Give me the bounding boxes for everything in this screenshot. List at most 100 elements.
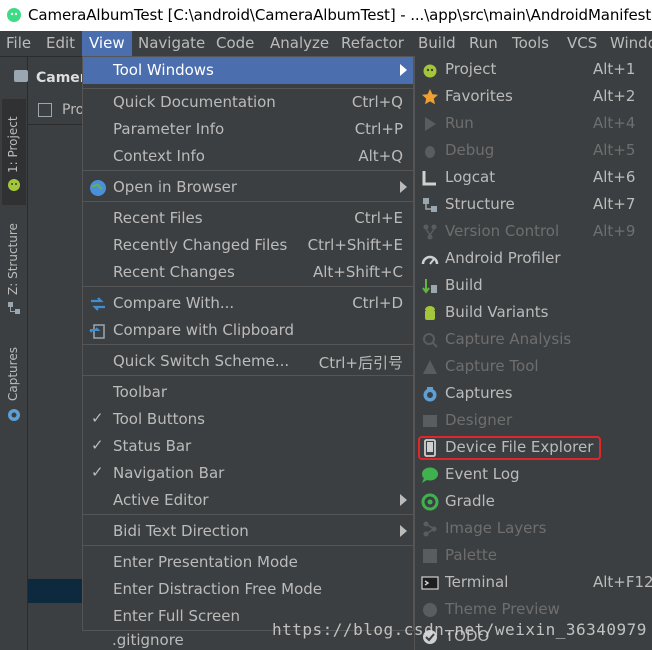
menu-item-context-info[interactable]: Context Info Alt+Q (83, 143, 413, 170)
theme-icon (421, 601, 439, 619)
tool-window-shortcut: Alt+4 (593, 114, 636, 132)
tool-window-designer[interactable]: Designer (415, 407, 652, 434)
menu-item-label: Quick Switch Scheme... (113, 352, 290, 370)
menu-item-open-in-browser[interactable]: Open in Browser (83, 174, 413, 201)
tool-window-label: Build Variants (445, 303, 549, 321)
tool-window-label: Version Control (445, 222, 560, 240)
submenu-arrow-icon (400, 181, 407, 193)
menu-separator (83, 201, 413, 202)
tool-window-structure[interactable]: Structure Alt+7 (415, 191, 652, 218)
tool-window-terminal[interactable]: Terminal Alt+F12 (415, 569, 652, 596)
menu-item-shortcut: Alt+Q (358, 147, 403, 165)
tool-window-label: Structure (445, 195, 515, 213)
tool-tab-captures[interactable]: Captures (2, 342, 26, 428)
project-view-tab[interactable]: Pro (28, 96, 88, 125)
menu-item-recently-changed-files[interactable]: Recently Changed Files Ctrl+Shift+E (83, 232, 413, 259)
tool-window-theme-preview[interactable]: Theme Preview (415, 596, 652, 623)
tool-window-gradle[interactable]: Gradle (415, 488, 652, 515)
menu-separator (83, 170, 413, 171)
tool-window-capture-tool[interactable]: Capture Tool (415, 353, 652, 380)
project-view-icon (38, 103, 52, 117)
menu-item-label: Compare With... (113, 294, 235, 312)
menu-item-tool-buttons[interactable]: ✓ Tool Buttons (83, 406, 413, 433)
menu-item-toolbar[interactable]: Toolbar (83, 379, 413, 406)
menu-item-status-bar[interactable]: ✓ Status Bar (83, 433, 413, 460)
menu-file[interactable]: File (6, 34, 31, 52)
tool-window-favorites[interactable]: Favorites Alt+2 (415, 83, 652, 110)
tool-window-version-control[interactable]: Version Control Alt+9 (415, 218, 652, 245)
structure-icon (7, 301, 21, 315)
tool-window-debug[interactable]: Debug Alt+5 (415, 137, 652, 164)
menu-edit[interactable]: Edit (46, 34, 75, 52)
menu-item-parameter-info[interactable]: Parameter Info Ctrl+P (83, 116, 413, 143)
menu-item-enter-presentation-mode[interactable]: Enter Presentation Mode (83, 549, 413, 576)
designer-icon (421, 412, 439, 430)
menu-item-navigation-bar[interactable]: ✓ Navigation Bar (83, 460, 413, 487)
menu-tools[interactable]: Tools (512, 34, 549, 52)
menu-item-label: Active Editor (113, 491, 209, 509)
menu-code[interactable]: Code (216, 34, 254, 52)
tool-window-build[interactable]: Build (415, 272, 652, 299)
watermark-text: https://blog.csdn.net/weixin_36340979 (272, 620, 647, 639)
menu-analyze[interactable]: Analyze (270, 34, 329, 52)
triangle-icon (421, 358, 439, 376)
tool-window-shortcut: Alt+7 (593, 195, 636, 213)
tool-window-logcat[interactable]: Logcat Alt+6 (415, 164, 652, 191)
tree-item-gitignore[interactable]: .gitignore (112, 631, 184, 649)
tool-window-captures[interactable]: Captures (415, 380, 652, 407)
tool-window-run[interactable]: Run Alt+4 (415, 110, 652, 137)
menu-item-enter-distraction-free-mode[interactable]: Enter Distraction Free Mode (83, 576, 413, 603)
tool-window-build-variants[interactable]: Build Variants (415, 299, 652, 326)
tool-window-label: Android Profiler (445, 249, 561, 267)
menu-item-shortcut: Ctrl+Shift+E (307, 236, 403, 254)
menu-item-label: Enter Presentation Mode (113, 553, 298, 571)
tool-window-label: Gradle (445, 492, 495, 510)
tool-window-palette[interactable]: Palette (415, 542, 652, 569)
menu-item-compare-with-clipboard[interactable]: Compare with Clipboard (83, 317, 413, 344)
tool-window-capture-analysis[interactable]: Capture Analysis (415, 326, 652, 353)
menu-item-shortcut: Ctrl+后引号 (318, 354, 403, 372)
tool-window-shortcut: Alt+F12 (593, 573, 652, 591)
android-icon (421, 61, 439, 79)
menu-item-label: Open in Browser (113, 178, 238, 196)
tool-window-project[interactable]: Project Alt+1 (415, 56, 652, 83)
menu-item-recent-files[interactable]: Recent Files Ctrl+E (83, 205, 413, 232)
menu-run[interactable]: Run (469, 34, 498, 52)
selected-tree-row[interactable] (28, 579, 84, 603)
panel-icon (14, 70, 28, 82)
menu-item-bidi-text-direction[interactable]: Bidi Text Direction (83, 518, 413, 545)
menu-item-label: Bidi Text Direction (113, 522, 249, 540)
menu-view[interactable]: View (82, 31, 132, 56)
menu-item-label: Toolbar (113, 383, 168, 401)
gradle-icon (421, 493, 439, 511)
tool-window-image-layers[interactable]: Image Layers (415, 515, 652, 542)
menu-item-recent-changes[interactable]: Recent Changes Alt+Shift+C (83, 259, 413, 286)
menu-build[interactable]: Build (418, 34, 456, 52)
menu-item-label: Navigation Bar (113, 464, 225, 482)
menu-item-quick-switch-scheme[interactable]: Quick Switch Scheme... Ctrl+后引号 (83, 348, 413, 375)
vcs-icon (421, 223, 439, 241)
tool-tab-project[interactable]: 1: Project (2, 99, 26, 205)
star-icon (421, 88, 439, 106)
tool-window-event-log[interactable]: Event Log (415, 461, 652, 488)
menu-item-tool-windows[interactable]: Tool Windows (83, 57, 413, 84)
menu-item-quick-documentation[interactable]: Quick Documentation Ctrl+Q (83, 89, 413, 116)
menu-vcs[interactable]: VCS (567, 34, 597, 52)
tool-window-android-profiler[interactable]: Android Profiler (415, 245, 652, 272)
menu-separator (83, 286, 413, 287)
menu-item-active-editor[interactable]: Active Editor (83, 487, 413, 514)
tool-window-shortcut: Alt+2 (593, 87, 636, 105)
menu-navigate[interactable]: Navigate (138, 34, 205, 52)
menu-item-label: Status Bar (113, 437, 192, 455)
menu-refactor[interactable]: Refactor (341, 34, 404, 52)
tool-tab-project-label: 1: Project (6, 116, 20, 173)
menu-window[interactable]: Windo (610, 34, 652, 52)
tool-window-label: Capture Tool (445, 357, 539, 375)
play-icon (421, 115, 439, 133)
profiler-icon (421, 250, 439, 268)
menu-item-label: Enter Distraction Free Mode (113, 580, 323, 598)
tool-tab-structure[interactable]: Z: Structure (2, 217, 26, 322)
menu-item-label: Parameter Info (113, 120, 225, 138)
tool-window-label: Debug (445, 141, 495, 159)
menu-item-compare-with[interactable]: Compare With... Ctrl+D (83, 290, 413, 317)
